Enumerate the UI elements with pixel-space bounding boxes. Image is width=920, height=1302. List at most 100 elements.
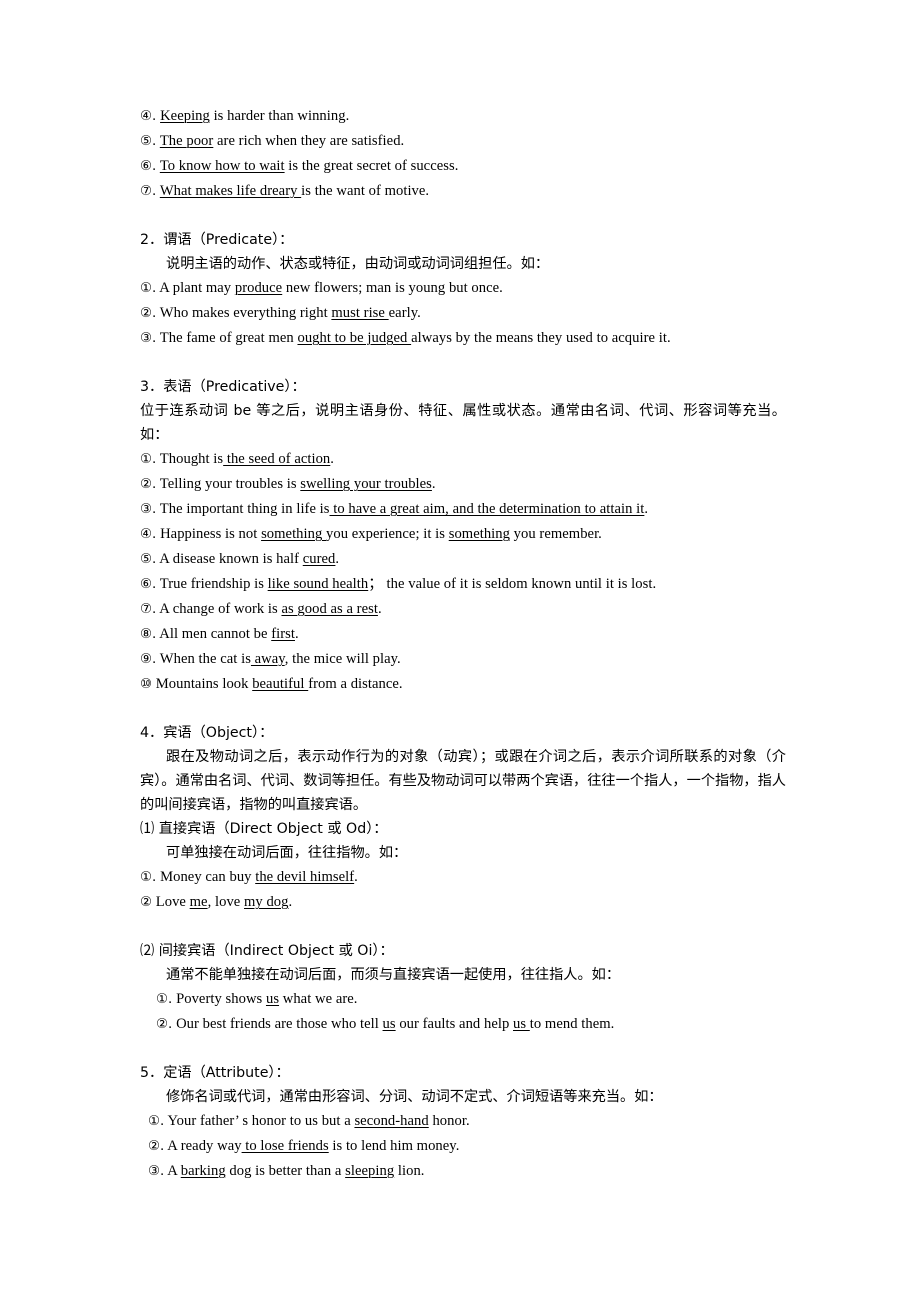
item-suffix: our faults and help	[395, 1016, 513, 1032]
section-heading: 2．谓语（Predicate）：	[140, 232, 294, 248]
item-suffix: is the want of motive.	[301, 183, 430, 199]
list-item: ⑤. The poor are rich when they are satis…	[140, 129, 786, 154]
item-prefix: The important thing in life is	[156, 501, 330, 517]
item-underlined: The poor	[159, 133, 214, 149]
list-item: ② Love me, love my dog.	[140, 890, 786, 915]
item-suffix: .	[431, 476, 436, 492]
item-marker: ④.	[140, 527, 157, 542]
subsection-label: ⑵ 间接宾语（Indirect Object 或 Oi）：	[140, 943, 394, 959]
item-prefix: The fame of great men	[156, 330, 298, 346]
item-suffix: what we are.	[279, 991, 358, 1007]
section-intro: 位于连系动词 be 等之后，说明主语身份、特征、属性或状态。通常由名词、代词、形…	[140, 403, 786, 443]
item-underlined: What makes life dreary	[159, 183, 302, 199]
item-marker: ⑤.	[140, 552, 157, 567]
item-prefix: Who makes everything right	[156, 305, 332, 321]
list-item: ④. Keeping is harder than winning.	[140, 104, 786, 129]
item-marker: ③.	[148, 1164, 165, 1179]
section-heading: 4．宾语（Object）：	[140, 725, 274, 741]
item-marker: ⑧.	[140, 627, 157, 642]
item-underlined: first	[271, 626, 295, 642]
item-underlined: To know how to wait	[159, 158, 285, 174]
item-marker: ④.	[140, 109, 157, 124]
item-marker: ③.	[140, 331, 157, 346]
list-item: ③. The important thing in life is to hav…	[140, 497, 786, 522]
section-heading: 3．表语（Predicative）：	[140, 379, 306, 395]
subsection-label: ⑴ 直接宾语（Direct Object 或 Od）：	[140, 821, 388, 837]
example-list-subject: ④. Keeping is harder than winning. ⑤. Th…	[140, 104, 786, 204]
item-suffix: .	[354, 869, 358, 885]
item-prefix: A ready way	[164, 1138, 242, 1154]
item-underlined: cured	[302, 551, 336, 567]
item-suffix: dog is better than a	[225, 1163, 346, 1179]
item-marker: ⑨.	[140, 652, 157, 667]
subsection-intro: 可单独接在动词后面，往往指物。如：	[166, 845, 408, 861]
list-item: ②. Our best friends are those who tell u…	[140, 1012, 786, 1037]
item-underlined: as good as a rest	[281, 601, 378, 617]
item-underlined: me	[189, 894, 208, 910]
item-prefix: Thought is	[156, 451, 224, 467]
item-prefix: Mountains look	[152, 676, 253, 692]
item-underlined-2: us	[513, 1016, 530, 1032]
item-prefix: Love	[152, 894, 190, 910]
section-intro: 修饰名词或代词，通常由形容词、分词、动词不定式、介词短语等来充当。如：	[166, 1089, 663, 1105]
section-predicative: 3．表语（Predicative）： 位于连系动词 be 等之后，说明主语身份、…	[140, 375, 786, 697]
item-underlined: to have a great aim, and the determinati…	[329, 501, 645, 517]
section-predicate: 2．谓语（Predicate）： 说明主语的动作、状态或特征，由动词或动词词组担…	[140, 228, 786, 351]
list-item: ⑦. A change of work is as good as a rest…	[140, 597, 786, 622]
item-suffix: .	[377, 601, 382, 617]
item-prefix: A disease known is half	[156, 551, 303, 567]
item-suffix: always by the means they used to acquire…	[411, 330, 671, 346]
subsection-indirect-object: ⑵ 间接宾语（Indirect Object 或 Oi）： 通常不能单独接在动词…	[140, 939, 786, 1037]
list-item: ⑧. All men cannot be first.	[140, 622, 786, 647]
item-marker: ①.	[140, 870, 157, 885]
item-marker: ②.	[156, 1017, 173, 1032]
subsection-spacer	[140, 915, 786, 939]
item-underlined: Keeping	[160, 108, 210, 124]
item-underlined-2: sleeping	[345, 1163, 395, 1179]
item-underlined: barking	[180, 1163, 226, 1179]
subsection-intro: 通常不能单独接在动词后面，而须与直接宾语一起使用，往往指人。如：	[166, 967, 621, 983]
item-prefix: True friendship is	[156, 576, 268, 592]
item-prefix: A change of work is	[156, 601, 282, 617]
section-heading: 5．定语（Attribute）：	[140, 1065, 290, 1081]
item-underlined: the seed of action	[223, 451, 331, 467]
item-suffix: ； the value of it is seldom known until …	[368, 576, 657, 592]
subsection-direct-object: ⑴ 直接宾语（Direct Object 或 Od）： 可单独接在动词后面，往往…	[140, 817, 786, 915]
item-prefix: All men cannot be	[156, 626, 272, 642]
list-item: ③. The fame of great men ought to be jud…	[140, 326, 786, 351]
item-suffix: early.	[388, 305, 421, 321]
item-suffix: honor.	[428, 1113, 470, 1129]
item-underlined: us	[382, 1016, 396, 1032]
item-underlined: the devil himself	[255, 869, 355, 885]
list-item: ①. Thought is the seed of action.	[140, 447, 786, 472]
item-marker: ①.	[156, 992, 173, 1007]
item-suffix-2: to mend them.	[529, 1016, 615, 1032]
item-marker: ②	[140, 895, 153, 910]
list-item: ①. Money can buy the devil himself.	[140, 865, 786, 890]
document-page: ④. Keeping is harder than winning. ⑤. Th…	[140, 104, 786, 1184]
item-marker: ①.	[140, 281, 157, 296]
item-suffix: from a distance.	[308, 676, 403, 692]
item-prefix: Poverty shows	[172, 991, 266, 1007]
item-suffix-2: lion.	[394, 1163, 425, 1179]
item-underlined: to lose friends	[241, 1138, 329, 1154]
item-underlined-2: my dog	[244, 894, 289, 910]
item-underlined: us	[265, 991, 280, 1007]
item-suffix: are rich when they are satisfied.	[213, 133, 405, 149]
item-prefix: Money can buy	[156, 869, 256, 885]
item-suffix: new flowers; man is young but once.	[282, 280, 503, 296]
list-item: ⑦. What makes life dreary is the want of…	[140, 179, 786, 204]
item-suffix: is the great secret of success.	[284, 158, 459, 174]
item-underlined: ought to be judged	[297, 330, 412, 346]
item-underlined: away	[250, 651, 285, 667]
section-intro: 跟在及物动词之后，表示动作行为的对象（动宾）；或跟在介词之后，表示介词所联系的对…	[140, 749, 786, 813]
section-intro: 说明主语的动作、状态或特征，由动词或动词词组担任。如：	[166, 256, 550, 272]
item-suffix: you experience; it is	[326, 526, 449, 542]
item-underlined: beautiful	[252, 676, 309, 692]
list-item: ①. Your father’ s honor to us but a seco…	[140, 1109, 786, 1134]
item-prefix: Your father’ s honor to us but a	[164, 1113, 355, 1129]
